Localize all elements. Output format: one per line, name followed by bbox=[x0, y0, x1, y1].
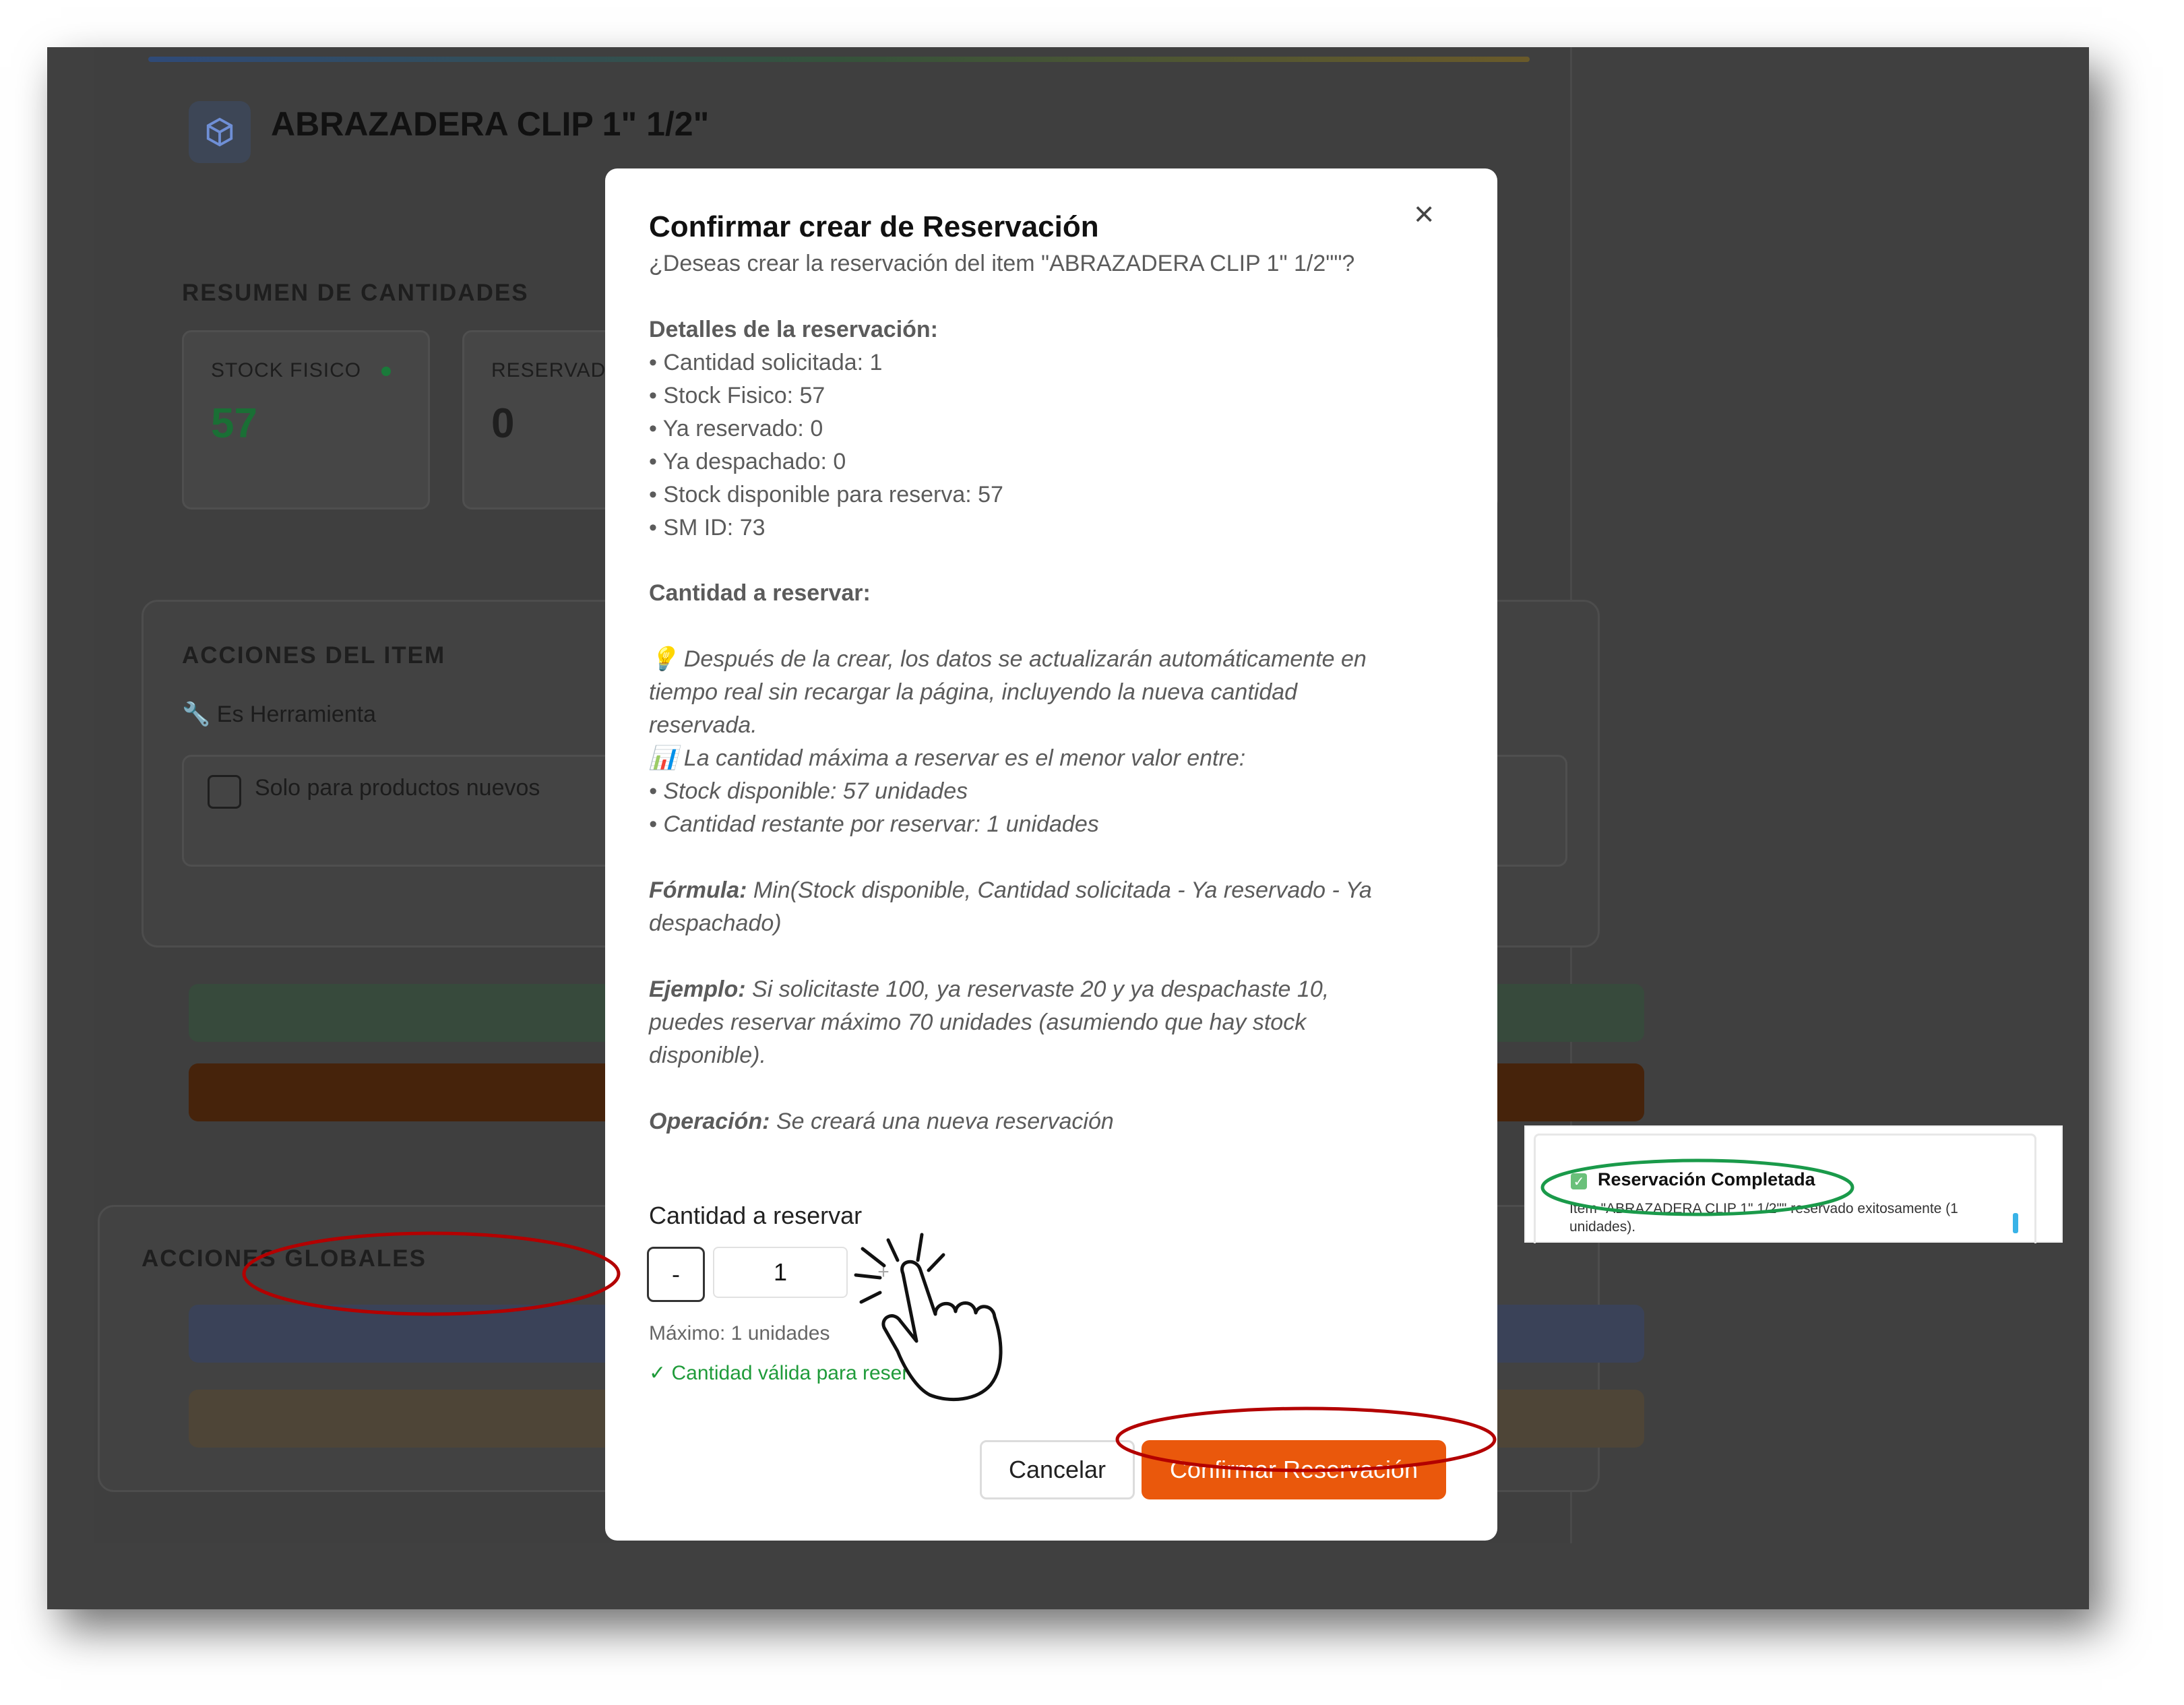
toast-progress-bar bbox=[2013, 1213, 2018, 1233]
operation-text: Se creará una nueva reservación bbox=[776, 1109, 1114, 1134]
example-text: disponible). bbox=[649, 1043, 766, 1068]
detail-item: • Ya reservado: 0 bbox=[649, 416, 823, 441]
new-products-checkbox[interactable] bbox=[208, 775, 241, 809]
example-text: puedes reservar máximo 70 unidades (asum… bbox=[649, 1010, 1307, 1035]
detail-item: • Cantidad solicitada: 1 bbox=[649, 350, 883, 375]
modal-subtitle: ¿Deseas crear la reservación del item "A… bbox=[649, 251, 1355, 276]
formula-text: despachado) bbox=[649, 910, 782, 936]
close-icon[interactable]: × bbox=[1414, 194, 1434, 235]
stat-value: 0 bbox=[491, 400, 515, 447]
stat-card-stock: STOCK FISICO 57 bbox=[182, 330, 430, 509]
qty-input-label: Cantidad a reservar bbox=[649, 1202, 863, 1229]
tool-label: Es Herramienta bbox=[216, 702, 376, 727]
gradient-strip bbox=[148, 57, 1530, 62]
check-icon: ✓ bbox=[1571, 1173, 1587, 1189]
increment-button[interactable]: + bbox=[860, 1247, 907, 1298]
item-actions-heading: ACCIONES DEL ITEM bbox=[182, 642, 446, 669]
modal-title: Confirmar crear de Reservación bbox=[649, 210, 1099, 243]
operation-label: Operación: bbox=[649, 1109, 770, 1134]
max-item: • Cantidad restante por reservar: 1 unid… bbox=[649, 811, 1099, 837]
stat-label: RESERVAD bbox=[491, 359, 606, 381]
global-actions-heading: ACCIONES GLOBALES bbox=[142, 1245, 427, 1272]
confirm-reservation-button[interactable]: Confirmar Reservación bbox=[1142, 1440, 1446, 1499]
formula-label: Fórmula: bbox=[649, 877, 747, 903]
decrement-button[interactable]: - bbox=[647, 1247, 705, 1302]
detail-item: • Stock Fisico: 57 bbox=[649, 383, 825, 408]
confirm-reservation-modal: Confirmar crear de Reservación × ¿Deseas… bbox=[605, 168, 1497, 1541]
valid-quantity-text: ✓ Cantidad válida para reservar bbox=[649, 1362, 937, 1384]
cancel-button[interactable]: Cancelar bbox=[980, 1440, 1135, 1499]
quantity-input[interactable] bbox=[713, 1247, 848, 1298]
info-text: Después de la crear, los datos se actual… bbox=[683, 646, 1367, 672]
lightbulb-icon: 💡 bbox=[649, 646, 678, 672]
qty-heading: Cantidad a reservar: bbox=[649, 580, 871, 606]
box-icon bbox=[189, 101, 251, 163]
detail-item: • SM ID: 73 bbox=[649, 515, 766, 540]
formula-text: Min(Stock disponible, Cantidad solicitad… bbox=[753, 877, 1372, 903]
app-screenshot: ABRAZADERA CLIP 1" 1/2" RESUMEN DE CANTI… bbox=[47, 47, 2089, 1609]
chart-icon: 📊 bbox=[649, 745, 678, 771]
details-heading: Detalles de la reservación: bbox=[649, 317, 939, 342]
detail-item: • Stock disponible para reserva: 57 bbox=[649, 482, 1003, 507]
summary-heading: RESUMEN DE CANTIDADES bbox=[182, 280, 529, 306]
max-units-text: Máximo: 1 unidades bbox=[649, 1322, 830, 1344]
success-toast: ✓ Reservación Completada Item "ABRAZADER… bbox=[1524, 1125, 2063, 1243]
status-dot bbox=[381, 367, 392, 377]
max-info-text: La cantidad máxima a reservar es el meno… bbox=[683, 745, 1246, 771]
wrench-icon: 🔧 bbox=[182, 702, 211, 727]
checkbox-label: Solo para productos nuevos bbox=[255, 775, 540, 801]
example-text: Si solicitaste 100, ya reservaste 20 y y… bbox=[752, 976, 1330, 1002]
stat-label: STOCK FISICO bbox=[211, 359, 362, 381]
info-text: tiempo real sin recargar la página, incl… bbox=[649, 679, 1298, 705]
max-item: • Stock disponible: 57 unidades bbox=[649, 778, 968, 804]
item-title: ABRAZADERA CLIP 1" 1/2" bbox=[271, 105, 710, 143]
example-label: Ejemplo: bbox=[649, 976, 746, 1002]
detail-item: • Ya despachado: 0 bbox=[649, 449, 846, 474]
toast-message: Item "ABRAZADERA CLIP 1" 1/2"" reservado… bbox=[1569, 1201, 1958, 1235]
stat-value: 57 bbox=[211, 400, 257, 447]
info-text: reservada. bbox=[649, 712, 757, 738]
toast-title: Reservación Completada bbox=[1598, 1169, 1815, 1189]
